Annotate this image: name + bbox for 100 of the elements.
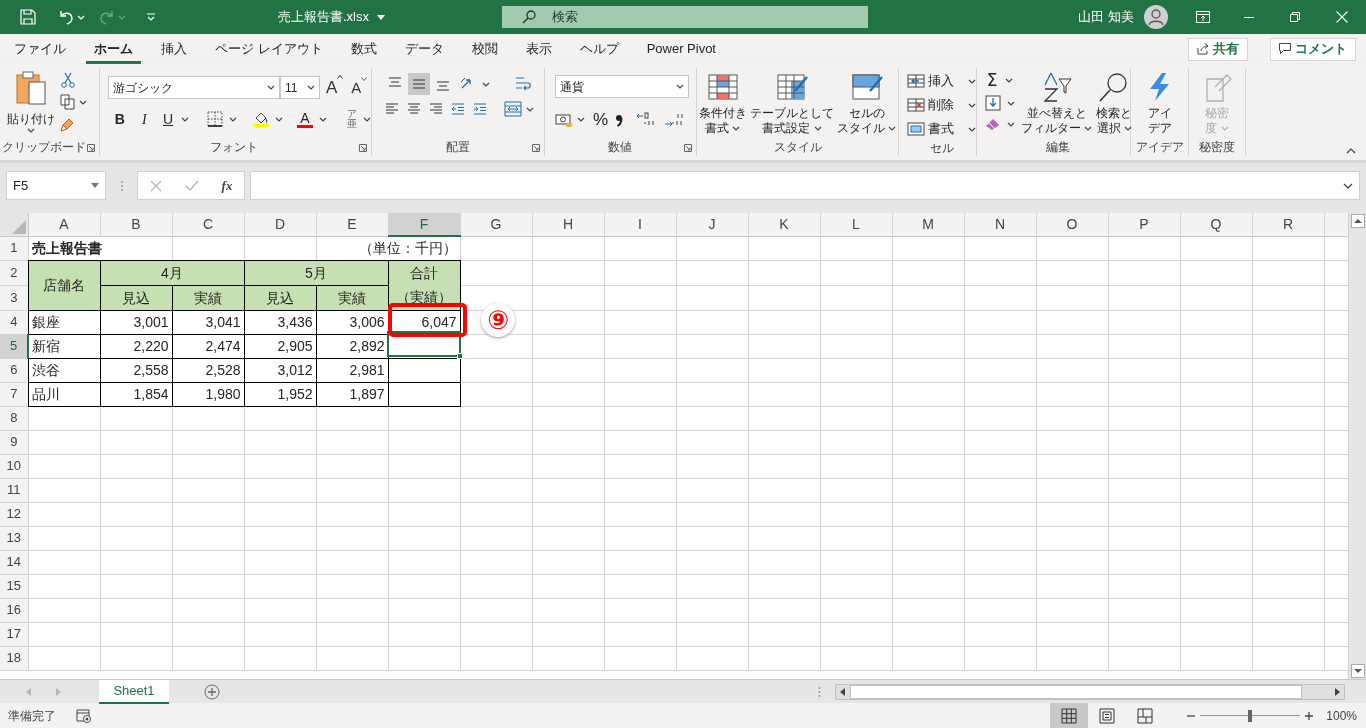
comment-button[interactable]: コメント xyxy=(1270,37,1356,61)
font-size-field[interactable]: 11 xyxy=(280,76,320,100)
increase-indent-icon[interactable] xyxy=(472,101,488,117)
insert-function-button[interactable]: fx xyxy=(221,175,233,196)
ideas-button[interactable]: アイ デア xyxy=(1143,71,1176,138)
caret-icon[interactable] xyxy=(79,99,87,105)
caret-icon[interactable] xyxy=(319,116,327,122)
avatar-icon[interactable] xyxy=(1144,5,1168,29)
column-header[interactable]: L xyxy=(820,213,892,236)
caret-icon[interactable] xyxy=(968,126,976,132)
caret-icon[interactable] xyxy=(526,106,534,112)
column-header[interactable]: A xyxy=(28,213,100,236)
row-header[interactable]: 10 xyxy=(0,454,28,478)
scissors-icon[interactable] xyxy=(60,72,76,88)
clipboard-icon[interactable] xyxy=(15,70,47,106)
row-header[interactable]: 13 xyxy=(0,526,28,550)
menu-tab[interactable]: 校閲 xyxy=(463,34,506,64)
column-header[interactable]: M xyxy=(892,213,964,236)
view-button[interactable] xyxy=(1050,703,1089,728)
row-header[interactable]: 8 xyxy=(0,406,28,430)
caret-icon[interactable] xyxy=(1084,126,1093,132)
expand-icon[interactable] xyxy=(1343,182,1353,189)
font-name-field[interactable]: 游ゴシック xyxy=(108,76,280,100)
column-header[interactable]: P xyxy=(1108,213,1180,236)
check-icon[interactable] xyxy=(184,179,199,192)
column-header[interactable]: B xyxy=(100,213,172,236)
scroll-up-icon[interactable] xyxy=(1350,214,1365,228)
collapse-ribbon-icon[interactable] xyxy=(1346,148,1356,154)
column-header[interactable]: C xyxy=(172,213,244,236)
dialog-launcher-icon[interactable] xyxy=(87,144,95,152)
editing-button[interactable]: 並べ替えと フィルター xyxy=(1021,71,1093,138)
styles-button[interactable]: テーブルとして 書式設定 xyxy=(749,71,834,138)
close-icon[interactable] xyxy=(1336,11,1348,23)
restore-icon[interactable] xyxy=(1290,12,1300,22)
row-header[interactable]: 3 xyxy=(0,285,28,310)
add-sheet-icon[interactable] xyxy=(204,683,220,700)
save-icon[interactable] xyxy=(20,9,36,25)
caret-icon[interactable] xyxy=(577,117,585,123)
borders-icon[interactable] xyxy=(207,111,223,127)
caret-icon[interactable] xyxy=(377,14,385,20)
row-header[interactable]: 14 xyxy=(0,550,28,574)
caret-icon[interactable] xyxy=(968,102,976,108)
macro-recording-icon[interactable] xyxy=(76,708,92,723)
styles-button[interactable]: 条件付き 書式 xyxy=(698,71,747,138)
grip-icon[interactable] xyxy=(818,685,821,698)
autosum-button[interactable]: Σ xyxy=(985,71,999,89)
fill-handle[interactable] xyxy=(457,353,463,359)
row-header[interactable]: 12 xyxy=(0,502,28,526)
caret-icon[interactable] xyxy=(267,85,275,91)
column-header[interactable]: H xyxy=(532,213,604,236)
percent-button[interactable]: % xyxy=(593,107,609,133)
menu-tab[interactable]: Power Pivot xyxy=(638,34,724,64)
wrap-text-icon[interactable] xyxy=(514,75,532,93)
row-header[interactable]: 17 xyxy=(0,622,28,646)
row-header[interactable]: 2 xyxy=(0,260,28,285)
copy-icon[interactable] xyxy=(60,94,76,110)
caret-icon[interactable] xyxy=(1007,121,1015,127)
column-header[interactable]: F xyxy=(388,213,460,236)
row-header[interactable]: 16 xyxy=(0,598,28,622)
column-header[interactable]: R xyxy=(1252,213,1324,236)
column-header[interactable]: O xyxy=(1036,213,1108,236)
caret-icon[interactable] xyxy=(1007,100,1015,106)
row-header[interactable]: 5 xyxy=(0,334,28,358)
format-painter-icon[interactable] xyxy=(60,116,76,132)
underline-button[interactable]: U xyxy=(161,108,175,130)
menu-tab[interactable]: データ xyxy=(396,34,452,64)
zoom-thumb[interactable] xyxy=(1248,709,1253,722)
font-color-button[interactable]: A xyxy=(297,110,313,128)
caret-icon[interactable] xyxy=(91,183,99,188)
caret-icon[interactable] xyxy=(1005,77,1013,83)
menu-tab[interactable]: ファイル xyxy=(6,34,74,64)
editing-button[interactable]: 検索と 選択 xyxy=(1096,71,1133,138)
menu-tab[interactable]: 表示 xyxy=(517,34,560,64)
column-header[interactable]: G xyxy=(460,213,532,236)
row-header[interactable]: 18 xyxy=(0,646,28,670)
decrease-indent-icon[interactable] xyxy=(450,101,466,117)
ribbon-display-icon[interactable] xyxy=(1196,11,1210,23)
menu-tab[interactable]: ホーム xyxy=(86,34,141,64)
formula-input[interactable] xyxy=(250,171,1360,200)
row-header[interactable]: 9 xyxy=(0,430,28,454)
caret-icon[interactable] xyxy=(229,116,237,122)
dialog-launcher-icon[interactable] xyxy=(684,144,692,152)
comment-icon[interactable] xyxy=(1279,43,1291,55)
share-icon[interactable] xyxy=(1197,43,1209,55)
row-header[interactable]: 4 xyxy=(0,310,28,334)
caret-icon[interactable] xyxy=(275,116,283,122)
number-format-field[interactable]: 通貨 xyxy=(555,75,689,98)
caret-icon[interactable] xyxy=(27,128,35,133)
align-text-icon[interactable] xyxy=(384,101,400,117)
currency-icon[interactable] xyxy=(555,111,573,128)
customize-icon[interactable] xyxy=(146,13,156,21)
fill-color-icon[interactable] xyxy=(253,111,269,127)
caret-icon[interactable] xyxy=(307,85,315,91)
row-header[interactable]: 1 xyxy=(0,236,28,260)
horizontal-scrollbar[interactable] xyxy=(835,683,1345,700)
caret-icon[interactable] xyxy=(813,126,822,132)
row-header[interactable]: 15 xyxy=(0,574,28,598)
search-icon[interactable] xyxy=(522,10,536,24)
zoom-level[interactable]: 100% xyxy=(1326,706,1357,725)
italic-button[interactable]: I xyxy=(137,108,151,130)
